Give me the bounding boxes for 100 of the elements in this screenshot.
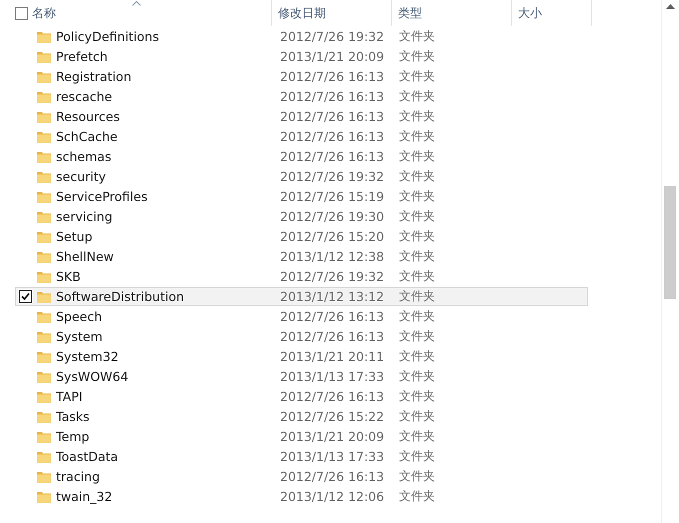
file-row[interactable]: tracing 2012/7/26 16:13 文件夹 <box>15 467 588 486</box>
select-all-checkbox[interactable] <box>15 6 28 20</box>
folder-icon <box>36 290 52 304</box>
file-row[interactable]: System32 2013/1/21 20:11 文件夹 <box>15 347 588 366</box>
folder-icon <box>36 230 52 244</box>
file-name: TAPI <box>56 389 84 404</box>
modified-date: 2013/1/13 17:33 <box>280 449 386 464</box>
file-type: 文件夹 <box>399 188 435 205</box>
file-name: ShellNew <box>56 249 115 264</box>
file-name: Setup <box>56 229 94 244</box>
file-row[interactable]: SKB 2012/7/26 19:32 文件夹 <box>15 267 588 286</box>
file-row[interactable]: TAPI 2012/7/26 16:13 文件夹 <box>15 387 588 406</box>
file-type: 文件夹 <box>399 148 435 165</box>
file-row[interactable]: Tasks 2012/7/26 15:22 文件夹 <box>15 407 588 426</box>
file-name: Prefetch <box>56 49 109 64</box>
modified-date: 2013/1/12 12:06 <box>280 489 386 504</box>
file-type: 文件夹 <box>399 388 435 405</box>
file-row[interactable]: Temp 2013/1/21 20:09 文件夹 <box>15 427 588 446</box>
modified-date: 2012/7/26 15:20 <box>280 229 386 244</box>
file-row[interactable]: security 2012/7/26 19:32 文件夹 <box>15 167 588 186</box>
file-row[interactable]: schemas 2012/7/26 16:13 文件夹 <box>15 147 588 166</box>
file-row[interactable]: servicing 2012/7/26 19:30 文件夹 <box>15 207 588 226</box>
file-type: 文件夹 <box>399 168 435 185</box>
file-row[interactable]: SoftwareDistribution 2013/1/12 13:12 文件夹 <box>15 287 588 306</box>
file-type: 文件夹 <box>399 468 435 485</box>
folder-icon <box>36 370 52 384</box>
file-name: System <box>56 329 104 344</box>
file-name: Speech <box>56 309 104 324</box>
modified-date: 2013/1/21 20:11 <box>280 349 386 364</box>
file-row[interactable]: ServiceProfiles 2012/7/26 15:19 文件夹 <box>15 187 588 206</box>
modified-date: 2013/1/12 12:38 <box>280 249 386 264</box>
folder-icon <box>36 490 52 504</box>
file-type: 文件夹 <box>399 348 435 365</box>
modified-date: 2012/7/26 15:19 <box>280 189 386 204</box>
scroll-up-icon[interactable] <box>666 4 675 9</box>
file-row[interactable]: ShellNew 2013/1/12 12:38 文件夹 <box>15 247 588 266</box>
file-type: 文件夹 <box>399 228 435 245</box>
file-row[interactable]: Registration 2012/7/26 16:13 文件夹 <box>15 67 588 86</box>
file-name: SchCache <box>56 129 119 144</box>
file-name: SoftwareDistribution <box>56 289 186 304</box>
file-row[interactable]: Setup 2012/7/26 15:20 文件夹 <box>15 227 588 246</box>
file-row[interactable]: SchCache 2012/7/26 16:13 文件夹 <box>15 127 588 146</box>
file-name: security <box>56 169 107 184</box>
file-type: 文件夹 <box>399 128 435 145</box>
file-row[interactable]: Resources 2012/7/26 16:13 文件夹 <box>15 107 588 126</box>
file-row[interactable]: Prefetch 2013/1/21 20:09 文件夹 <box>15 47 588 66</box>
modified-date: 2013/1/13 17:33 <box>280 369 386 384</box>
folder-icon <box>36 270 52 284</box>
column-header[interactable]: 类型 <box>398 4 422 22</box>
file-name: ServiceProfiles <box>56 189 149 204</box>
file-type: 文件夹 <box>399 288 435 305</box>
modified-date: 2012/7/26 19:32 <box>280 29 386 44</box>
scrollbar[interactable] <box>661 0 679 523</box>
file-type: 文件夹 <box>399 248 435 265</box>
folder-icon <box>36 170 52 184</box>
file-row[interactable]: twain_32 2013/1/12 12:06 文件夹 <box>15 487 588 506</box>
folder-icon <box>36 250 52 264</box>
file-type: 文件夹 <box>399 308 435 325</box>
file-type: 文件夹 <box>399 268 435 285</box>
file-row[interactable]: SysWOW64 2013/1/13 17:33 文件夹 <box>15 367 588 386</box>
folder-icon <box>36 30 52 44</box>
modified-date: 2012/7/26 16:13 <box>280 89 386 104</box>
file-type: 文件夹 <box>399 108 435 125</box>
modified-date: 2013/1/21 20:09 <box>280 49 386 64</box>
column-header[interactable]: 大小 <box>518 4 542 22</box>
row-checkbox[interactable] <box>19 290 32 303</box>
file-name: rescache <box>56 89 114 104</box>
file-name: SysWOW64 <box>56 369 130 384</box>
file-type: 文件夹 <box>399 408 435 425</box>
folder-icon <box>36 410 52 424</box>
folder-icon <box>36 470 52 484</box>
file-type: 文件夹 <box>399 328 435 345</box>
modified-date: 2012/7/26 16:13 <box>280 309 386 324</box>
modified-date: 2012/7/26 16:13 <box>280 69 386 84</box>
file-type: 文件夹 <box>399 28 435 45</box>
file-row[interactable]: PolicyDefinitions 2012/7/26 19:32 文件夹 <box>15 27 588 46</box>
modified-date: 2012/7/26 16:13 <box>280 129 386 144</box>
file-row[interactable]: ToastData 2013/1/13 17:33 文件夹 <box>15 447 588 466</box>
folder-icon <box>36 90 52 104</box>
folder-icon <box>36 50 52 64</box>
folder-icon <box>36 110 52 124</box>
modified-date: 2013/1/21 20:09 <box>280 429 386 444</box>
file-row[interactable]: System 2012/7/26 16:13 文件夹 <box>15 327 588 346</box>
file-row[interactable]: rescache 2012/7/26 16:13 文件夹 <box>15 87 588 106</box>
file-name: servicing <box>56 209 114 224</box>
folder-icon <box>36 350 52 364</box>
modified-date: 2012/7/26 19:32 <box>280 269 386 284</box>
column-header[interactable]: 名称 <box>32 4 56 22</box>
column-header[interactable]: 修改日期 <box>278 4 326 22</box>
scroll-thumb[interactable] <box>664 186 676 299</box>
folder-icon <box>36 450 52 464</box>
modified-date: 2012/7/26 16:13 <box>280 329 386 344</box>
folder-icon <box>36 130 52 144</box>
modified-date: 2012/7/26 15:22 <box>280 409 386 424</box>
file-name: Resources <box>56 109 121 124</box>
file-row[interactable]: Speech 2012/7/26 16:13 文件夹 <box>15 307 588 326</box>
file-name: Temp <box>56 429 90 444</box>
modified-date: 2012/7/26 16:13 <box>280 109 386 124</box>
file-type: 文件夹 <box>399 88 435 105</box>
folder-icon <box>36 390 52 404</box>
